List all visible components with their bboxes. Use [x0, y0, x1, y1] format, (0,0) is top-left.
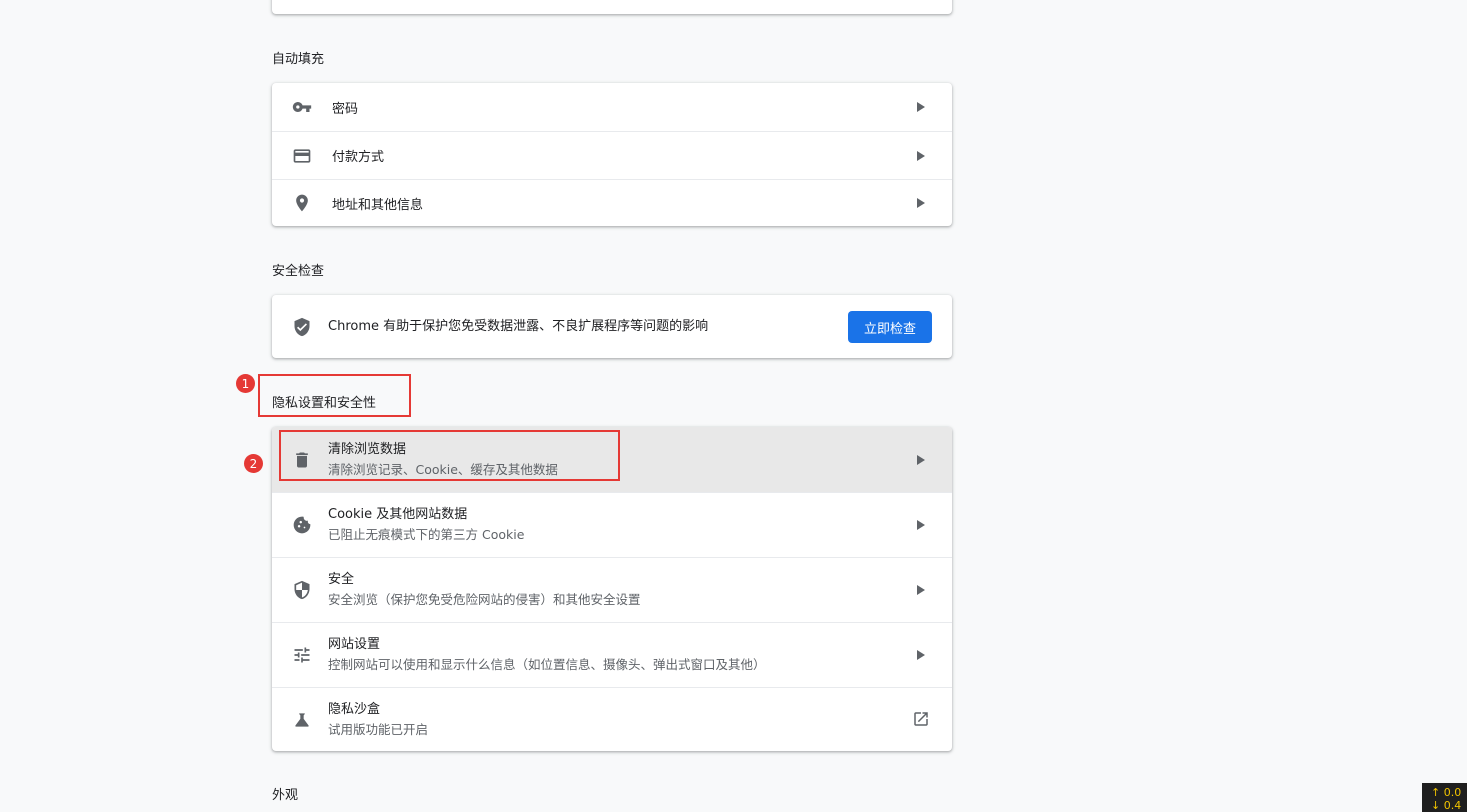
cookie-icon — [292, 515, 312, 535]
item-title: 安全 — [328, 572, 355, 587]
annotation-badge-2: 2 — [244, 454, 263, 473]
autofill-item-passwords[interactable]: 密码 — [272, 83, 952, 131]
network-speed-widget: ↑ 0.0 ↓ 0.4 — [1422, 783, 1467, 812]
chevron-right-icon — [916, 150, 926, 162]
open-in-new-icon[interactable] — [912, 710, 932, 730]
privacy-item-cookies[interactable]: Cookie 及其他网站数据 已阻止无痕模式下的第三方 Cookie — [272, 492, 952, 557]
payment-methods-label: 付款方式 — [332, 150, 385, 165]
item-title: Cookie 及其他网站数据 — [328, 507, 468, 522]
download-speed: ↓ 0.4 — [1431, 799, 1462, 812]
chevron-right-icon — [916, 454, 926, 466]
chevron-right-icon — [916, 649, 926, 661]
safety-check-card: Chrome 有助于保护您免受数据泄露、不良扩展程序等问题的影响 立即检查 — [272, 295, 952, 358]
check-now-button[interactable]: 立即检查 — [848, 311, 932, 343]
privacy-item-site-settings[interactable]: 网站设置 控制网站可以使用和显示什么信息（如位置信息、摄像头、弹出式窗口及其他） — [272, 622, 952, 687]
key-icon — [292, 97, 312, 117]
item-subtitle: 试用版功能已开启 — [328, 721, 429, 737]
location-pin-icon — [292, 193, 312, 213]
chevron-right-icon — [916, 101, 926, 113]
item-subtitle: 控制网站可以使用和显示什么信息（如位置信息、摄像头、弹出式窗口及其他） — [328, 657, 766, 672]
chevron-right-icon — [916, 584, 926, 596]
security-text: 安全 安全浏览（保护您免受危险网站的侵害）和其他安全设置 — [328, 570, 641, 610]
annotation-box-clear-data — [279, 430, 620, 481]
autofill-item-addresses[interactable]: 地址和其他信息 — [272, 179, 952, 226]
autofill-item-payment-methods[interactable]: 付款方式 — [272, 131, 952, 179]
flask-icon — [292, 710, 312, 730]
annotation-box-privacy-title — [258, 374, 411, 417]
item-subtitle: 安全浏览（保护您免受危险网站的侵害）和其他安全设置 — [328, 592, 641, 607]
item-subtitle: 已阻止无痕模式下的第三方 Cookie — [328, 527, 525, 542]
upload-speed: ↑ 0.0 — [1431, 786, 1462, 799]
privacy-item-privacy-sandbox[interactable]: 隐私沙盒 试用版功能已开启 — [272, 687, 952, 751]
chevron-right-icon — [916, 197, 926, 209]
previous-section-card — [272, 0, 952, 14]
credit-card-icon — [292, 146, 312, 166]
safety-check-section-title: 安全检查 — [272, 264, 325, 279]
addresses-label: 地址和其他信息 — [332, 197, 424, 213]
site-settings-text: 网站设置 控制网站可以使用和显示什么信息（如位置信息、摄像头、弹出式窗口及其他） — [328, 635, 766, 675]
autofill-card: 密码 付款方式 地址和其他信息 — [272, 83, 952, 226]
passwords-label: 密码 — [332, 101, 359, 117]
item-title: 隐私沙盒 — [328, 701, 381, 717]
item-title: 网站设置 — [328, 637, 381, 652]
privacy-item-security[interactable]: 安全 安全浏览（保护您免受危险网站的侵害）和其他安全设置 — [272, 557, 952, 622]
safety-check-row: Chrome 有助于保护您免受数据泄露、不良扩展程序等问题的影响 立即检查 — [272, 295, 952, 358]
tune-icon — [292, 645, 312, 665]
safety-check-description: Chrome 有助于保护您免受数据泄露、不良扩展程序等问题的影响 — [328, 318, 709, 334]
privacy-sandbox-text: 隐私沙盒 试用版功能已开启 — [328, 700, 428, 740]
autofill-section-title: 自动填充 — [272, 52, 325, 67]
appearance-section-title: 外观 — [272, 788, 299, 803]
chevron-right-icon — [916, 519, 926, 531]
shield-check-icon — [292, 317, 312, 337]
cookies-text: Cookie 及其他网站数据 已阻止无痕模式下的第三方 Cookie — [328, 505, 524, 545]
annotation-badge-1: 1 — [236, 374, 255, 393]
security-shield-icon — [292, 580, 312, 600]
